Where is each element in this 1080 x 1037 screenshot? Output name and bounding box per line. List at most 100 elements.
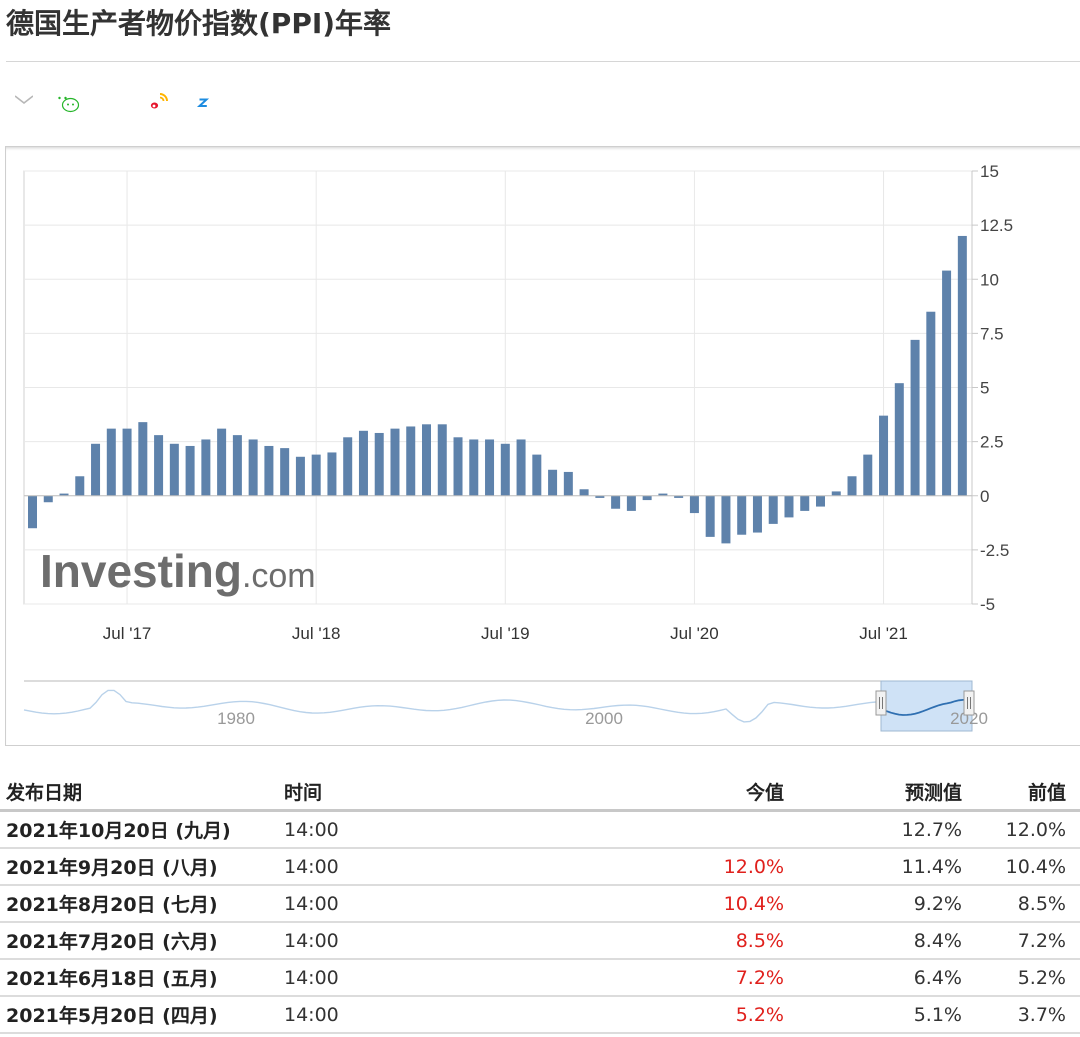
bar	[201, 439, 211, 496]
actual-value: 12.0%	[478, 848, 798, 886]
forecast-value: 5.1%	[798, 996, 976, 1034]
navigator-handle[interactable]	[963, 690, 975, 716]
bar	[280, 448, 290, 496]
bar	[358, 430, 368, 496]
forecast-value: 12.7%	[798, 810, 976, 849]
chart-container: 15 12.5 10 7.5 5 2.5 0 -2.5 -5 Jul '17 Jul '18 Jul …	[5, 146, 1080, 746]
previous-value: 8.5%	[976, 885, 1080, 923]
bar	[437, 424, 447, 496]
table-row: 2021年6月18日 (五月) 14:00 7.2% 6.4% 5.2%	[0, 959, 1080, 997]
bar	[469, 439, 479, 496]
weibo-icon	[144, 90, 170, 119]
x-tick-label: Jul '19	[481, 624, 530, 643]
bar	[563, 471, 573, 496]
col-header-time[interactable]: 时间	[278, 773, 478, 812]
previous-value: 10.4%	[976, 848, 1080, 886]
actual-value: 8.5%	[478, 922, 798, 960]
release-time: 14:00	[278, 959, 478, 997]
title-divider	[6, 61, 1080, 62]
wechat-share-button[interactable]	[48, 86, 84, 122]
bar	[500, 443, 510, 496]
bar	[800, 495, 810, 511]
release-history-table: 发布日期 时间 今值 预测值 前值 2021年10月20日 (九月) 14:00…	[0, 773, 1080, 1034]
bar	[548, 469, 558, 496]
bar	[816, 495, 825, 507]
table-row: 2021年9月20日 (八月) 14:00 12.0% 11.4% 10.4%	[0, 848, 1080, 886]
actual-value: 5.2%	[478, 996, 798, 1034]
navigator-handle[interactable]	[875, 690, 887, 716]
y-tick-label: -5	[980, 595, 995, 614]
bar	[879, 415, 889, 496]
bar	[390, 428, 400, 496]
bar	[863, 454, 873, 496]
bar	[737, 495, 747, 535]
y-tick-label: 7.5	[980, 324, 1004, 343]
bar	[28, 495, 37, 529]
bar	[154, 435, 164, 496]
bar	[926, 311, 936, 496]
qq-icon	[101, 89, 123, 120]
bar	[752, 495, 762, 533]
bar	[311, 454, 321, 496]
bar	[642, 495, 652, 501]
x-tick-label: Jul '17	[103, 624, 152, 643]
weibo-share-button[interactable]	[139, 86, 175, 122]
qzone-share-button[interactable]	[185, 86, 221, 122]
bar	[847, 476, 857, 496]
bar	[532, 454, 542, 496]
bar	[721, 495, 731, 544]
bar	[485, 439, 495, 496]
actual-value: 10.4%	[478, 885, 798, 923]
table-row: 2021年7月20日 (六月) 14:00 8.5% 8.4% 7.2%	[0, 922, 1080, 960]
y-tick-label: 0	[980, 487, 989, 506]
bar	[374, 432, 384, 496]
bar	[579, 489, 589, 496]
release-time: 14:00	[278, 922, 478, 960]
bar	[406, 426, 416, 496]
table-header-row: 发布日期 时间 今值 预测值 前值	[0, 773, 1080, 812]
actual-value: 7.2%	[478, 959, 798, 997]
col-header-forecast[interactable]: 预测值	[798, 773, 976, 812]
bar	[138, 422, 148, 496]
bar	[185, 445, 195, 496]
y-tick-label: 15	[980, 162, 999, 181]
navigator-year-label: 1980	[217, 709, 255, 728]
forecast-value: 6.4%	[798, 959, 976, 997]
col-header-date[interactable]: 发布日期	[0, 773, 278, 812]
email-share-button[interactable]	[6, 86, 42, 122]
bar	[106, 428, 116, 496]
navigator-year-label: 2000	[585, 709, 623, 728]
bar	[122, 428, 132, 496]
bar	[611, 495, 621, 509]
bar	[295, 456, 305, 496]
qzone-icon	[190, 89, 216, 120]
release-time: 14:00	[278, 996, 478, 1034]
y-tick-label: 5	[980, 379, 989, 398]
y-tick-label: -2.5	[980, 541, 1009, 560]
release-date: 2021年10月20日 (九月)	[0, 810, 278, 849]
bar	[91, 443, 101, 496]
x-tick-label: Jul '21	[859, 624, 908, 643]
bar	[957, 235, 967, 496]
previous-value: 12.0%	[976, 810, 1080, 849]
y-tick-label: 2.5	[980, 433, 1004, 452]
forecast-value: 9.2%	[798, 885, 976, 923]
release-time: 14:00	[278, 885, 478, 923]
x-tick-label: Jul '20	[670, 624, 719, 643]
bar	[784, 495, 794, 518]
bar	[248, 439, 258, 496]
bar	[626, 495, 636, 511]
bar	[422, 424, 431, 496]
col-header-previous[interactable]: 前值	[976, 773, 1080, 812]
forecast-value: 8.4%	[798, 922, 976, 960]
qq-share-button[interactable]	[94, 86, 130, 122]
col-header-actual[interactable]: 今值	[478, 773, 798, 812]
bar	[264, 445, 274, 496]
bar	[232, 435, 242, 496]
release-time: 14:00	[278, 848, 478, 886]
bar	[516, 439, 526, 496]
page-title: 德国生产者物价指数(PPI)年率	[6, 7, 392, 40]
bar	[768, 495, 778, 524]
bar	[169, 443, 179, 496]
release-date: 2021年8月20日 (七月)	[0, 885, 278, 923]
